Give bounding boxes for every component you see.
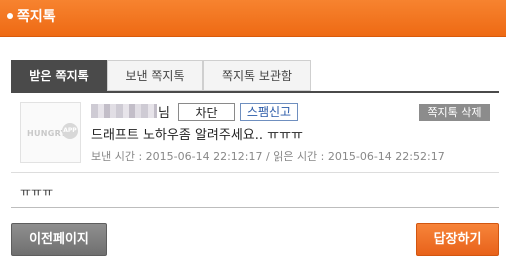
tab-sent[interactable]: 보낸 쪽지톡 [107,60,203,91]
tab-archive[interactable]: 쪽지톡 보관함 [203,60,311,91]
sender-name-blurred [91,104,157,118]
spam-report-button[interactable]: 스팸신고 [240,103,298,121]
header-bar: 쪽지톡 [0,0,506,37]
page-title: 쪽지톡 [17,9,56,25]
bullet-icon [7,13,13,19]
divider [11,207,499,208]
reply-button[interactable]: 답장하기 [416,223,499,256]
avatar: HUNGRY APP [20,102,81,163]
avatar-brand: HUNGRY [27,129,67,138]
block-button[interactable]: 차단 [178,103,235,121]
divider [11,172,499,173]
tab-underline [11,91,499,93]
avatar-badge: APP [62,123,78,139]
message-meta: 보낸 시간 : 2015-06-14 22:12:17 / 읽은 시간 : 20… [91,150,445,163]
message-body: ㅠㅠㅠ [20,185,54,199]
tab-received[interactable]: 받은 쪽지톡 [11,60,107,91]
delete-message-button[interactable]: 쪽지톡 삭제 [419,104,490,121]
sender-suffix: 님 [158,106,170,121]
previous-page-button[interactable]: 이전페이지 [11,223,107,256]
message-subject: 드래프트 노하우좀 알려주세요.. ㅠㅠㅠ [91,128,304,143]
